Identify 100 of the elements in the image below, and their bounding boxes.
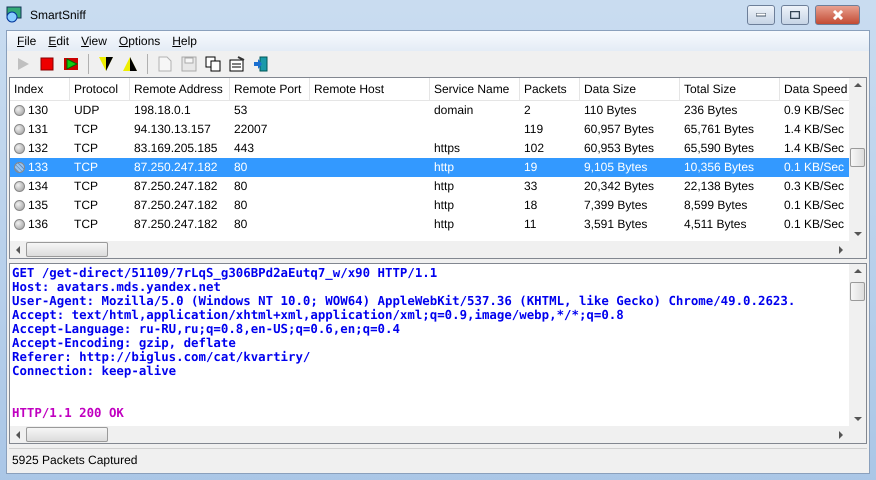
maximize-icon [790,11,800,19]
scrollbar-thumb[interactable] [26,427,108,442]
table-cell-text: 83.169.205.185 [133,141,218,156]
scrollbar-thumb[interactable] [850,148,865,167]
menu-item[interactable]: View [75,34,113,48]
table-cell-text: 236 Bytes [683,103,738,118]
table-cell-text: TCP [73,198,99,212]
column-header[interactable]: Remote Address [130,78,230,100]
vertical-scrollbar[interactable] [849,78,866,242]
column-header[interactable]: Service Name [430,78,520,100]
table-row[interactable]: 131 TCP 94.130.13.157 22007 119 60,957 Bytes 65,761 Bytes 1.4 KB/Sec [10,120,849,139]
menu-item[interactable]: Options [112,34,166,48]
table-cell: 134 [28,179,48,194]
table-cell-text: 94.130.13.157 [133,122,212,136]
table-row[interactable]: 134 TCP 87.250.247.182 80 http 33 20,342 Bytes 22,138 Bytes 0.3 KB/Sec [10,176,849,196]
table-cell-text: 2 [523,103,532,118]
menu-item[interactable]: Help [166,34,203,48]
table-cell-text: TCP [73,141,99,156]
column-header[interactable]: Remote Host [310,78,430,100]
table-cell-text: 1.4 KB/Sec [783,141,846,156]
table-row[interactable]: 135 TCP 87.250.247.182 80 http 18 7,399 Bytes 8,599 Bytes 0.1 KB/Sec [10,196,849,215]
table-row[interactable]: 132 TCP 83.169.205.185 443 https 102 60,953 Bytes 65,590 Bytes 1.4 KB/Sec [10,138,849,158]
table-cell: 130 [28,103,48,118]
table-cell-text: 7,399 Bytes [583,198,648,212]
document-icon [158,56,172,72]
toolbar-button[interactable] [203,54,223,74]
table-cell-text: 65,761 Bytes [683,122,756,136]
table-cell-text: http [433,160,456,174]
table-cell-text: 80 [233,198,248,212]
table-cell-text: 80 [233,160,248,174]
table-cell-text: TCP [73,179,99,194]
scroll-arrow-icon[interactable] [854,80,862,89]
maximize-button[interactable] [781,5,809,25]
scroll-arrow-icon[interactable] [14,430,22,439]
table-cell: 136 [28,217,48,232]
status-dot-icon [14,124,25,135]
scroll-arrow-icon[interactable] [14,246,22,254]
horizontal-scrollbar[interactable] [10,241,849,258]
status-dot-icon [14,180,25,192]
table-cell-text: 87.250.247.182 [133,198,218,212]
play-icon [63,56,79,71]
table-cell-text: UDP [73,103,100,118]
table-cell-text: 1.4 KB/Sec [783,122,846,136]
stream-text-line: Host: avatars.mds.yandex.net [12,280,221,294]
table-cell-text: 53 [233,103,248,118]
table-cell-text: 80 [233,217,248,232]
table-cell-text: 8,599 Bytes [683,198,748,212]
table-cell-text: TCP [73,122,99,136]
column-header[interactable]: Index [10,78,70,100]
table-cell-text: TCP [73,160,99,174]
table-cell-text: 10,356 Bytes [683,160,756,174]
stream-text-line: Accept-Language: ru-RU,ru;q=0.8,en-US;q=0.6,en;q=0.4 [12,322,400,336]
table-cell-text: 20,342 Bytes [583,179,656,194]
scrollbar-thumb[interactable] [850,282,865,302]
table-cell-text: 11 [523,217,538,232]
scrollbar-thumb[interactable] [26,242,108,258]
table-cell-text: 119 [523,122,544,136]
save-icon [181,56,197,72]
table-cell-text: 443 [233,141,256,156]
menu-item[interactable]: Edit [42,34,76,48]
play-icon [16,56,30,71]
minimize-button[interactable] [747,5,775,25]
table-cell-text: 87.250.247.182 [133,179,218,194]
stream-text-line: Accept: text/html,application/xhtml+xml,application/xml;q=0.9,image/webp,*/*;q=0.8 [12,308,625,322]
column-header[interactable]: Protocol [70,78,130,100]
stream-text-line: User-Agent: Mozilla/5.0 (Windows NT 10.0; WOW64) AppleWebKit/537.36 (KHTML, like Gecko) Chrome/49.0.2623. [12,294,796,308]
table-cell-text: 18 [523,198,538,212]
minimize-icon [756,13,766,17]
column-header[interactable]: Packets [520,78,580,100]
table-cell-text: http [433,179,456,194]
table-cell-text: 60,953 Bytes [583,141,656,156]
column-header[interactable]: Remote Port [230,78,310,100]
menu-item[interactable]: File [11,34,42,48]
table-row[interactable]: 136 TCP 87.250.247.182 80 http 11 3,591 Bytes 4,511 Bytes 0.1 KB/Sec [10,214,849,234]
column-header[interactable]: Total Size [680,78,780,100]
copy-icon [205,56,221,72]
table-cell: 133 [28,160,48,174]
table-cell-text: 0.1 KB/Sec [783,198,846,212]
horizontal-scrollbar[interactable] [10,426,849,444]
stop-icon [40,56,54,71]
stream-text-line: HTTP/1.1 200 OK [12,406,125,420]
table-cell-text: 102 [523,141,546,156]
stream-text-line: GET /get-direct/51109/7rLqS_g306BPd2aEutq7_w/x90 HTTP/1.1 [12,266,438,280]
table-cell-text: http [433,217,456,232]
table-cell-text: 9,105 Bytes [583,160,648,174]
vertical-scrollbar[interactable] [849,264,866,426]
table-row[interactable]: 130 UDP 198.18.0.1 53 domain 2 110 Bytes 236 Bytes 0.9 KB/Sec [10,100,849,120]
table-cell-text: 22007 [233,122,268,136]
column-header[interactable]: Data Size [580,78,680,100]
window-title: SmartSniff [30,8,87,22]
toolbar-button[interactable] [227,54,247,74]
table-cell-text: 19 [523,160,538,174]
table-cell-text: 87.250.247.182 [133,160,218,174]
scroll-arrow-icon[interactable] [854,267,862,276]
table-cell-text: 4,511 Bytes [683,217,748,232]
close-button[interactable] [815,5,860,25]
table-cell: 131 [28,122,48,136]
exit-door-icon [253,56,269,72]
properties-icon [229,56,245,72]
app-icon [6,6,24,24]
